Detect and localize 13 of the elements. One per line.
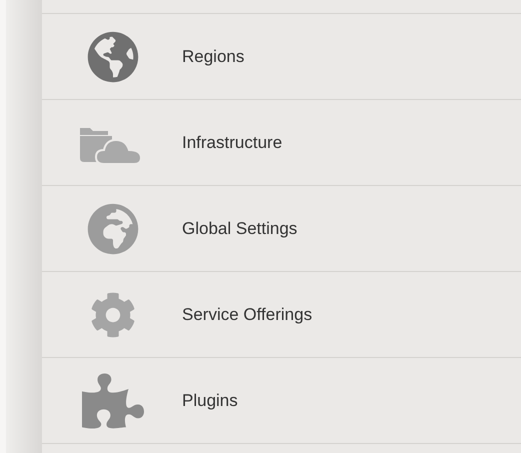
menu-item[interactable]: Regions xyxy=(42,14,521,100)
gear-icon xyxy=(90,292,136,338)
menu-item[interactable]: Infrastructure xyxy=(42,100,521,186)
menu-item-label: Service Offerings xyxy=(182,304,312,326)
menu-item-label: Infrastructure xyxy=(182,132,282,154)
menu-item[interactable]: Plugins xyxy=(42,358,521,444)
menu-item-label: Plugins xyxy=(182,390,238,412)
globe-icon xyxy=(87,30,139,82)
menu-item[interactable]: Global Settings xyxy=(42,186,521,272)
menu-item[interactable]: Service Offerings xyxy=(42,272,521,358)
menu-item-label: Regions xyxy=(182,46,244,68)
globe-icon xyxy=(87,202,139,254)
menu-item-label: Global Settings xyxy=(182,218,298,240)
